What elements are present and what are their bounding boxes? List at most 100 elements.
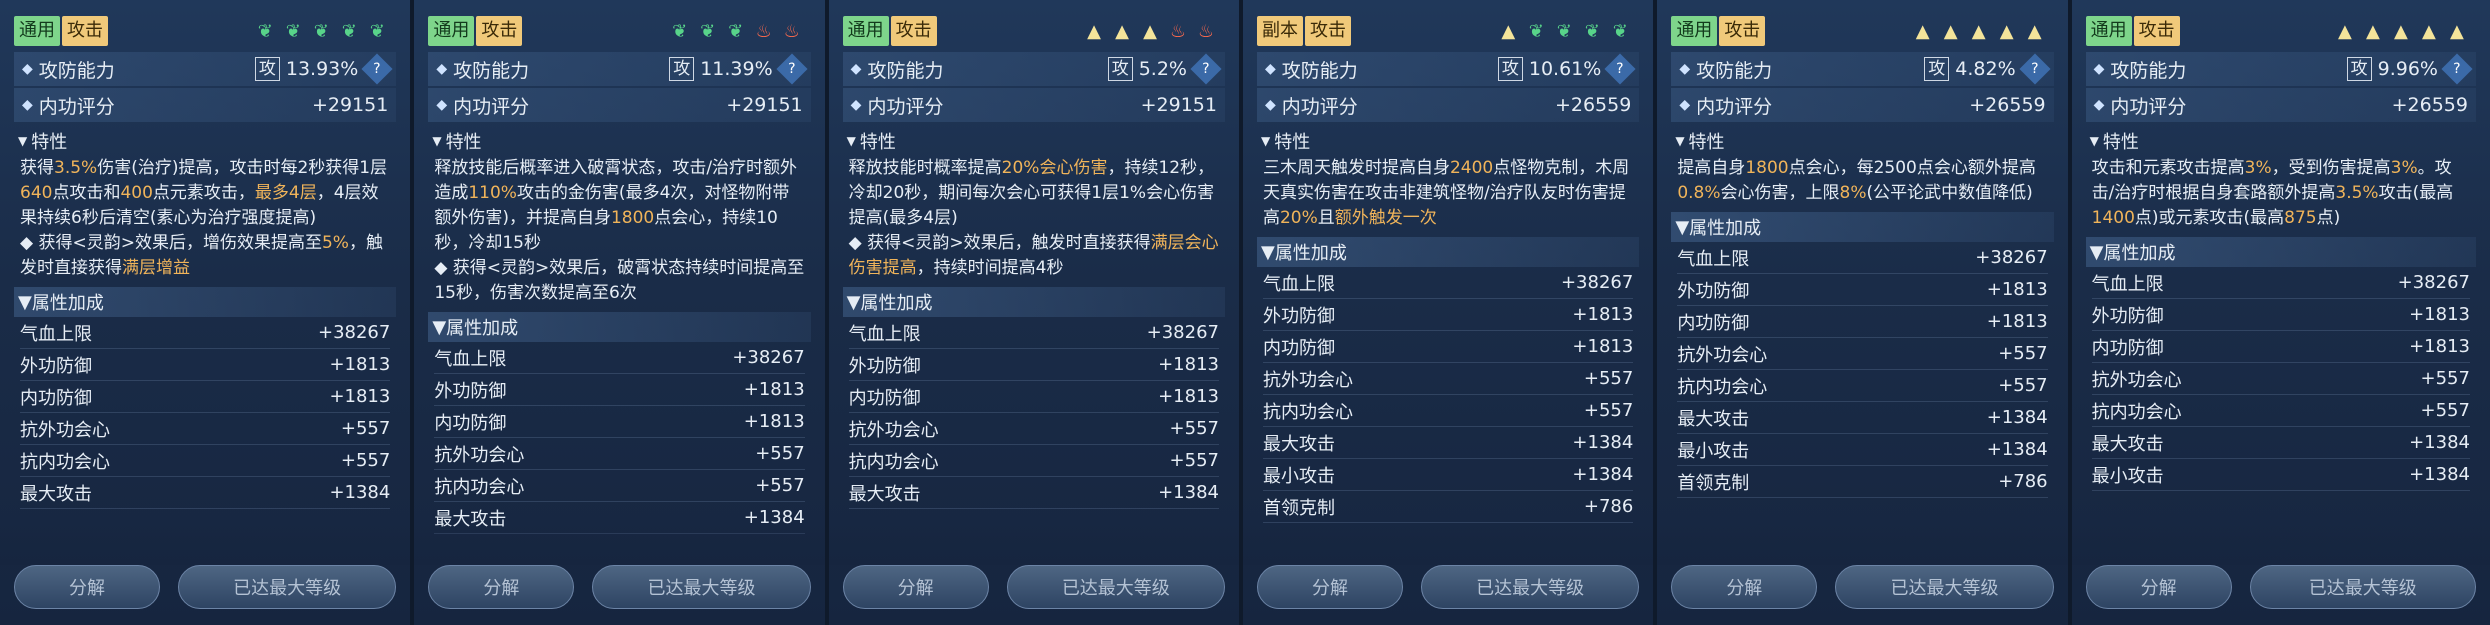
attr-row: 最大攻击 +1384 — [1677, 402, 2048, 434]
attr-value: +557 — [1583, 400, 1634, 421]
attr-name: 内功防御 — [20, 387, 92, 409]
attr-row: 气血上限 +38267 — [2091, 267, 2470, 299]
tri-icon: ▲ — [1143, 20, 1157, 42]
attr-name: 气血上限 — [1262, 273, 1335, 295]
flame-icon: ♨ — [1169, 20, 1187, 42]
attr-name: 抗内功会心 — [1677, 376, 1768, 398]
collapse-icon: ▼ — [432, 316, 447, 338]
attr-value: +38267 — [1560, 272, 1634, 293]
attr-name: 最大攻击 — [848, 483, 921, 505]
power-label: 攻防能力 — [453, 59, 530, 82]
attr-header[interactable]: ▼ 属性加成 — [14, 287, 397, 317]
max-level-button[interactable]: 已达最大等级 — [592, 565, 811, 609]
slot-icons: ▲ ▲ ▲ ▲ ▲ — [1914, 20, 2044, 42]
collapse-icon: ▼ — [2089, 241, 2104, 263]
trait-header[interactable]: ▼ 特性 — [2086, 126, 2476, 156]
max-level-button[interactable]: 已达最大等级 — [178, 565, 397, 609]
attr-value: +557 — [755, 443, 805, 464]
power-label: 攻防能力 — [1281, 59, 1358, 82]
flame-icon: ♨ — [755, 20, 772, 42]
attr-row: 最大攻击 +1384 — [20, 477, 391, 509]
attr-header[interactable]: ▼ 属性加成 — [2085, 237, 2476, 267]
tri-icon: ▲ — [1087, 20, 1101, 42]
score-row: ◆ 内功评分 +29151 — [14, 88, 397, 122]
decompose-button[interactable]: 分解 — [1671, 565, 1818, 609]
slot-icons: ▲ ▲ ▲ ▲ ▲ — [2336, 20, 2466, 42]
attr-value: +1384 — [329, 482, 391, 503]
help-icon[interactable]: ? — [2019, 53, 2051, 85]
diamond-icon: ◆ — [1264, 61, 1276, 77]
help-glyph: ? — [2453, 61, 2461, 77]
attack-box: 攻 — [1107, 57, 1133, 81]
attr-row: 气血上限 +38267 — [434, 342, 805, 374]
help-icon[interactable]: ? — [361, 53, 393, 85]
attr-value: +557 — [2420, 400, 2470, 421]
attr-value: +1813 — [1986, 311, 2048, 332]
attr-value: +1384 — [1572, 432, 1634, 453]
leaf-icon: ❦ — [369, 20, 385, 42]
attr-row: 气血上限 +38267 — [20, 317, 391, 349]
attr-value: +1813 — [2409, 336, 2470, 357]
list-fade — [414, 525, 825, 565]
decompose-button[interactable]: 分解 — [14, 565, 160, 609]
diamond-icon: ◆ — [850, 61, 862, 77]
attr-row: 气血上限 +38267 — [1262, 267, 1634, 299]
attr-value: +1384 — [2409, 432, 2470, 453]
tri-icon: ▲ — [2338, 20, 2352, 42]
max-level-button[interactable]: 已达最大等级 — [1006, 565, 1225, 609]
help-icon[interactable]: ? — [2441, 53, 2473, 85]
decompose-button[interactable]: 分解 — [2085, 565, 2232, 609]
max-level-button[interactable]: 已达最大等级 — [1420, 565, 1640, 609]
decompose-button[interactable]: 分解 — [428, 565, 575, 609]
attr-row: 抗外功会心 +557 — [1677, 338, 2048, 370]
leaf-icon: ❦ — [728, 20, 744, 42]
attr-name: 内功防御 — [434, 412, 507, 434]
diamond-icon: ◆ — [1264, 97, 1276, 113]
attr-header[interactable]: ▼ 属性加成 — [428, 312, 811, 342]
max-level-button[interactable]: 已达最大等级 — [2249, 565, 2476, 609]
attr-label: 属性加成 — [446, 318, 519, 339]
attr-row: 抗内功会心 +557 — [1677, 370, 2048, 402]
trait-header[interactable]: ▼ 特性 — [1671, 126, 2053, 156]
trait-header[interactable]: ▼ 特性 — [1257, 126, 1639, 156]
diamond-icon: ◆ — [436, 61, 448, 77]
decompose-button[interactable]: 分解 — [842, 565, 989, 609]
power-row: ◆ 攻防能力 攻 9.96% ? — [2085, 52, 2476, 86]
attr-value: +1384 — [1986, 407, 2048, 428]
attr-header[interactable]: ▼ 属性加成 — [842, 287, 1225, 317]
attr-name: 内功防御 — [1262, 337, 1335, 359]
attr-value: +1813 — [1158, 354, 1219, 375]
leaf-icon: ❦ — [1612, 20, 1628, 42]
power-row: ◆ 攻防能力 攻 11.39% ? — [428, 52, 811, 86]
card-actions: 分解 已达最大等级 — [842, 565, 1225, 615]
attr-list: 气血上限 +38267 外功防御 +1813 内功防御 +1813 抗外功会心 +557 抗内功… — [1257, 267, 1639, 523]
trait-header[interactable]: ▼ 特性 — [14, 126, 396, 156]
max-level-button[interactable]: 已达最大等级 — [1835, 565, 2054, 609]
help-icon[interactable]: ? — [776, 53, 808, 85]
attr-header[interactable]: ▼ 属性加成 — [1256, 237, 1640, 267]
trait-description: 攻击和元素攻击提高3%，受到伤害提高3%。攻击/治疗时根据自身套路额外提高3.5… — [2091, 158, 2454, 228]
item-card: 通用 攻击 ▲ ▲ ▲ ▲ ▲ ◆ 攻防能力 攻 9.96% ? ◆ 内功评分 +26559 ▼ 特… — [2071, 0, 2490, 625]
trait-header[interactable]: ▼ 特性 — [843, 126, 1225, 156]
attr-name: 抗外功会心 — [848, 419, 939, 441]
flame-icon: ♨ — [783, 20, 800, 42]
collapse-icon: ▼ — [18, 291, 32, 313]
slot-icons: ❦ ❦ ❦ ❦ ❦ — [256, 20, 386, 42]
attr-row: 外功防御 +1813 — [2091, 299, 2470, 331]
attr-value: +557 — [1583, 368, 1634, 389]
decompose-button[interactable]: 分解 — [1256, 565, 1403, 609]
attr-name: 抗外功会心 — [2091, 369, 2182, 391]
help-icon[interactable]: ? — [1190, 53, 1222, 85]
tri-icon: ▲ — [2394, 20, 2408, 42]
leaf-icon: ❦ — [313, 20, 329, 42]
leaf-icon: ❦ — [672, 20, 688, 42]
item-card: 通用 攻击 ▲ ▲ ▲ ▲ ▲ ◆ 攻防能力 攻 4.82% ? ◆ 内功评分 +26559 ▼ 特… — [1657, 0, 2068, 625]
attr-name: 抗外功会心 — [1262, 369, 1353, 391]
trait-header[interactable]: ▼ 特性 — [428, 126, 810, 156]
power-value: 11.39% — [700, 58, 773, 80]
leaf-icon: ❦ — [700, 20, 716, 42]
help-icon[interactable]: ? — [1604, 53, 1636, 85]
diamond-icon: ◆ — [436, 97, 448, 113]
attack-box: 攻 — [1924, 57, 1950, 81]
attr-header[interactable]: ▼ 属性加成 — [1671, 212, 2054, 242]
